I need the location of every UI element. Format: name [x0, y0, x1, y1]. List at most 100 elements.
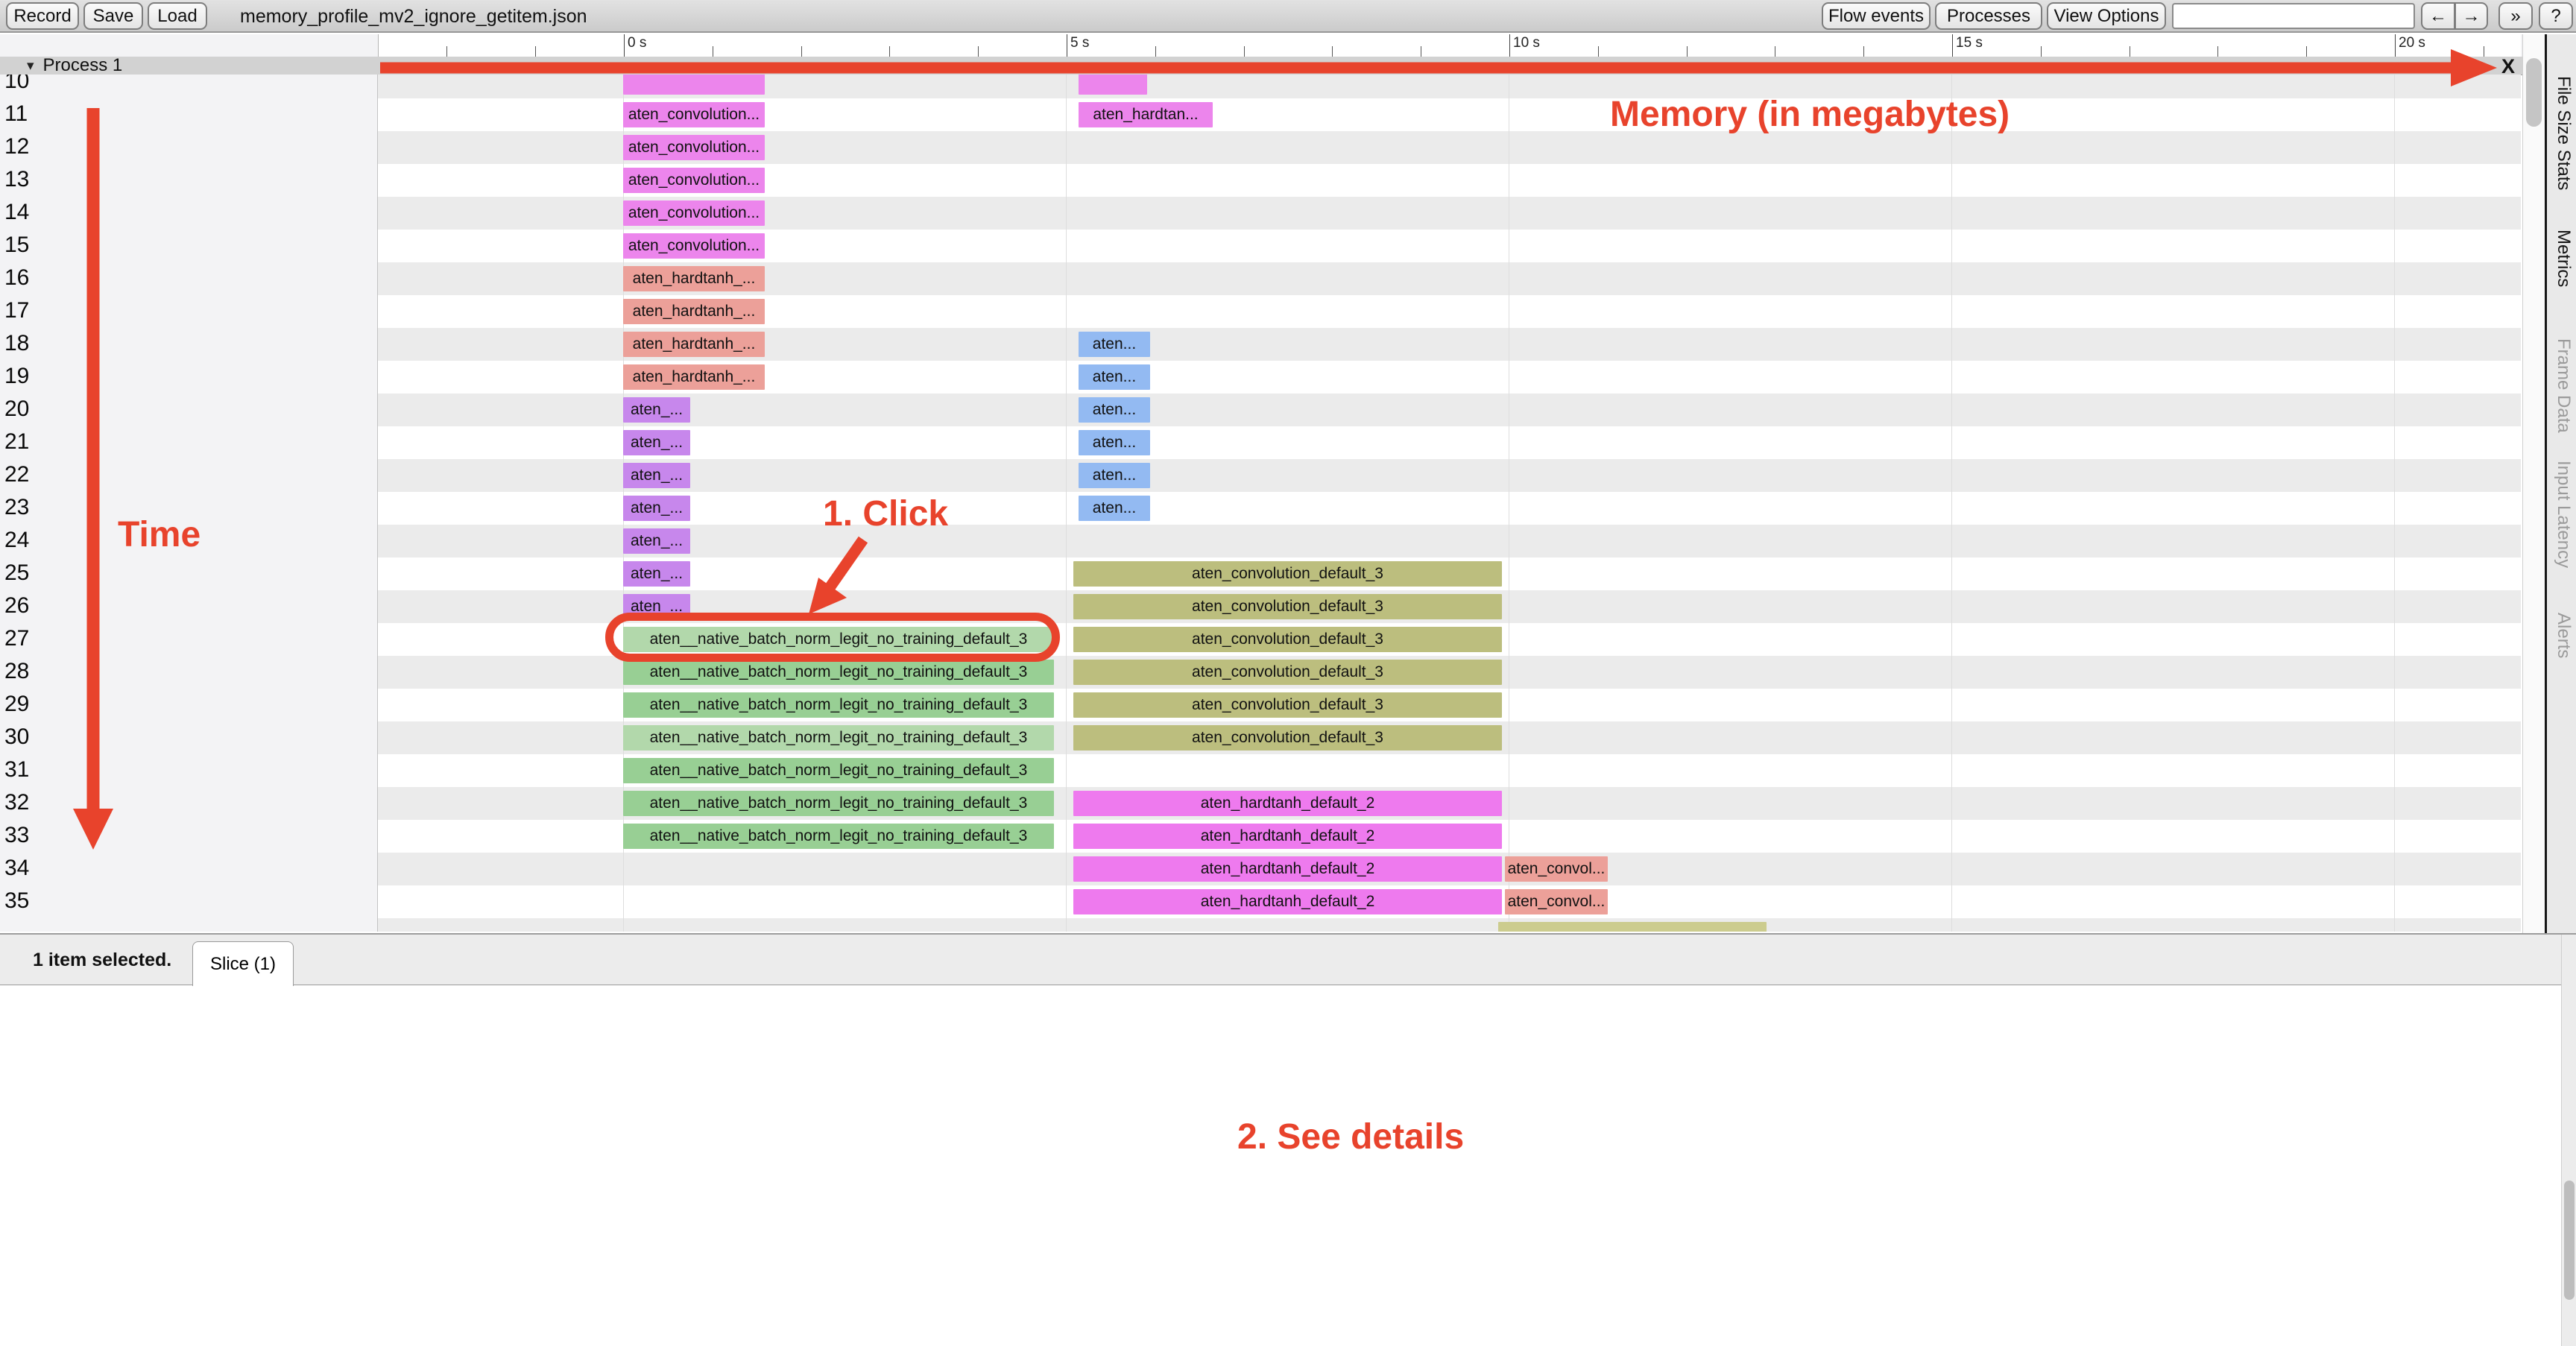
- row-number: 18: [4, 331, 30, 356]
- sidebar-tab-alerts[interactable]: Alerts: [2553, 613, 2574, 658]
- ruler-tick-label: 15 s: [1956, 35, 1983, 51]
- trace-slice[interactable]: aten...: [1079, 397, 1150, 423]
- trace-slice[interactable]: aten...: [1079, 430, 1150, 455]
- trace-slice[interactable]: aten_hardtanh_...: [623, 299, 765, 324]
- row-number: 33: [4, 823, 30, 847]
- trace-slice[interactable]: aten_convol...: [1505, 856, 1608, 882]
- search-input[interactable]: [2172, 3, 2415, 29]
- row-stripe: [0, 459, 2521, 492]
- tab-slice[interactable]: Slice (1): [192, 941, 294, 986]
- process-disclosure-icon[interactable]: ▾: [27, 57, 34, 75]
- trace-slice[interactable]: aten_...: [623, 397, 690, 423]
- process-close-button[interactable]: X: [2497, 55, 2519, 78]
- trace-slice[interactable]: aten_convolution...: [623, 200, 765, 226]
- sidebar-tab-file-size-stats[interactable]: File Size Stats: [2553, 76, 2574, 190]
- view-options-button[interactable]: View Options: [2047, 2, 2166, 30]
- trace-slice[interactable]: aten_hardtanh_default_2: [1073, 824, 1502, 849]
- trace-slice[interactable]: aten_...: [623, 496, 690, 521]
- timeline-rows-area: aten_convolution... aten_hardtan... aten_c…: [0, 75, 2521, 932]
- row-number: 27: [4, 626, 30, 651]
- ruler-minor-tick: [1155, 46, 1156, 57]
- memory-annotation: Memory (in megabytes): [1610, 95, 2010, 134]
- row-number: 21: [4, 429, 30, 454]
- ruler-minor-tick: [2306, 46, 2308, 57]
- nav-left-button[interactable]: ←: [2421, 2, 2455, 30]
- trace-slice[interactable]: aten_convolution...: [623, 168, 765, 193]
- trace-slice[interactable]: aten_...: [623, 463, 690, 488]
- trace-slice[interactable]: aten_...: [623, 430, 690, 455]
- trace-slice[interactable]: aten_hardtanh_...: [623, 266, 765, 291]
- trace-slice[interactable]: aten__native_batch_norm_legit_no_trainin…: [623, 791, 1054, 816]
- details-scrollbar[interactable]: [2561, 935, 2576, 1346]
- load-button[interactable]: Load: [148, 2, 207, 30]
- trace-slice[interactable]: aten_hardtanh_default_2: [1073, 856, 1502, 882]
- ruler-minor-tick: [1243, 46, 1245, 57]
- ruler-major-tick: [2395, 34, 2396, 57]
- processes-button[interactable]: Processes: [1935, 2, 2042, 30]
- ruler-major-tick: [1952, 34, 1953, 57]
- trace-slice[interactable]: aten_hardtanh_default_2: [1073, 889, 1502, 914]
- toolbar: Record Save Load memory_profile_mv2_igno…: [0, 0, 2576, 33]
- trace-filename: memory_profile_mv2_ignore_getitem.json: [240, 5, 587, 27]
- row-stripe: [0, 197, 2521, 230]
- sidebar-tab-metrics[interactable]: Metrics: [2553, 230, 2574, 287]
- trace-slice[interactable]: aten__native_batch_norm_legit_no_trainin…: [623, 725, 1054, 751]
- sidebar-tab-frame-data[interactable]: Frame Data: [2553, 338, 2574, 433]
- row-number: 11: [4, 101, 28, 126]
- trace-slice[interactable]: aten_convolution...: [623, 135, 765, 160]
- trace-slice[interactable]: aten__native_batch_norm_legit_no_trainin…: [623, 824, 1054, 849]
- trace-slice[interactable]: aten_convolution_default_3: [1073, 692, 1502, 718]
- row-stripe: [0, 525, 2521, 557]
- time-ruler[interactable]: 0 s 5 s 10 s 15 s 20 s: [0, 34, 2576, 57]
- trace-slice[interactable]: aten_...: [623, 561, 690, 587]
- trace-slice[interactable]: [623, 75, 765, 95]
- nav-right-button[interactable]: →: [2455, 2, 2488, 30]
- trace-slice[interactable]: aten_convolution_default_3: [1073, 594, 1502, 619]
- trace-slice[interactable]: aten__native_batch_norm_legit_no_trainin…: [623, 692, 1054, 718]
- details-scrollbar-thumb[interactable]: [2564, 1181, 2575, 1300]
- timeline-vscrollbar[interactable]: [2522, 34, 2545, 933]
- selected-count: 1 item selected.: [33, 949, 172, 970]
- trace-slice[interactable]: aten_convolution_default_3: [1073, 725, 1502, 751]
- trace-slice[interactable]: [1498, 922, 1767, 932]
- row-number: 13: [4, 167, 30, 192]
- trace-slice[interactable]: aten...: [1079, 463, 1150, 488]
- row-label-panel: 10 11 12 13 14 15 16 17 18 19 20 21 22 23 24 25 26 27 28 29…: [0, 75, 378, 932]
- trace-slice[interactable]: aten_convol...: [1505, 889, 1608, 914]
- trace-slice[interactable]: aten_hardtanh_default_2: [1073, 791, 1502, 816]
- trace-slice[interactable]: aten_...: [623, 528, 690, 554]
- ruler-major-tick: [1509, 34, 1510, 57]
- overflow-button[interactable]: »: [2498, 2, 2533, 30]
- record-button[interactable]: Record: [6, 2, 79, 30]
- scrollbar-thumb[interactable]: [2526, 58, 2542, 127]
- trace-slice[interactable]: aten_convolution...: [623, 233, 765, 259]
- trace-slice[interactable]: [1079, 75, 1147, 95]
- row-number: 17: [4, 298, 30, 323]
- ruler-major-tick: [624, 34, 625, 57]
- trace-slice[interactable]: aten_convolution...: [623, 102, 765, 127]
- row-number: 16: [4, 265, 30, 290]
- trace-slice[interactable]: aten__native_batch_norm_legit_no_trainin…: [623, 758, 1054, 783]
- trace-viewer-app: Record Save Load memory_profile_mv2_igno…: [0, 0, 2576, 1346]
- trace-slice[interactable]: aten_convolution_default_3: [1073, 627, 1502, 652]
- row-number: 29: [4, 692, 30, 716]
- trace-slice[interactable]: aten...: [1079, 364, 1150, 390]
- sidebar-tab-input-latency[interactable]: Input Latency: [2553, 461, 2574, 568]
- trace-slice[interactable]: aten_convolution_default_3: [1073, 561, 1502, 587]
- trace-slice[interactable]: aten_hardtanh_...: [623, 364, 765, 390]
- trace-slice[interactable]: aten...: [1079, 332, 1150, 357]
- flow-events-button[interactable]: Flow events: [1822, 2, 1931, 30]
- trace-slice[interactable]: aten_hardtanh_...: [623, 332, 765, 357]
- help-button[interactable]: ?: [2539, 2, 2573, 30]
- ruler-tick-label: 5 s: [1070, 35, 1090, 51]
- trace-slice[interactable]: aten__native_batch_norm_legit_no_trainin…: [623, 660, 1054, 685]
- trace-slice[interactable]: aten...: [1079, 496, 1150, 521]
- trace-slice[interactable]: aten_convolution_default_3: [1073, 660, 1502, 685]
- selection-oval-annotation: [605, 613, 1060, 662]
- row-number: 26: [4, 593, 30, 618]
- time-gridline: [1066, 75, 1067, 932]
- row-stripe: [0, 131, 2521, 164]
- save-button[interactable]: Save: [83, 2, 143, 30]
- trace-slice[interactable]: aten_hardtan...: [1079, 102, 1213, 127]
- process-header[interactable]: ▾ Process 1: [0, 55, 2522, 75]
